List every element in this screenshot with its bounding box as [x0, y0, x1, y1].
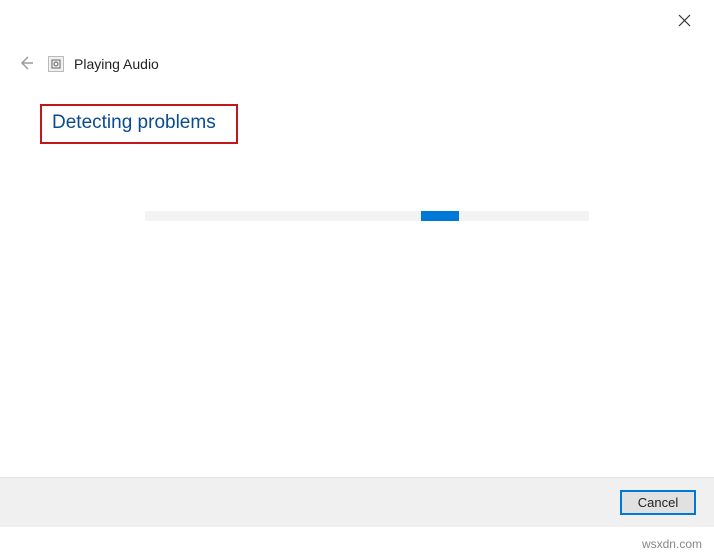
close-button[interactable] — [670, 8, 698, 36]
window-title: Playing Audio — [74, 56, 159, 72]
progress-indicator — [421, 211, 459, 221]
footer-bar: Cancel — [0, 477, 714, 527]
close-icon — [678, 14, 691, 30]
troubleshooter-icon — [48, 56, 64, 72]
header-row: Playing Audio — [14, 52, 700, 76]
status-highlight: Detecting problems — [40, 104, 238, 144]
back-button[interactable] — [14, 52, 38, 76]
cancel-button[interactable]: Cancel — [620, 490, 696, 515]
arrow-left-icon — [18, 55, 34, 74]
watermark: wsxdn.com — [642, 537, 702, 551]
status-heading: Detecting problems — [52, 112, 216, 134]
progress-bar — [145, 211, 589, 221]
